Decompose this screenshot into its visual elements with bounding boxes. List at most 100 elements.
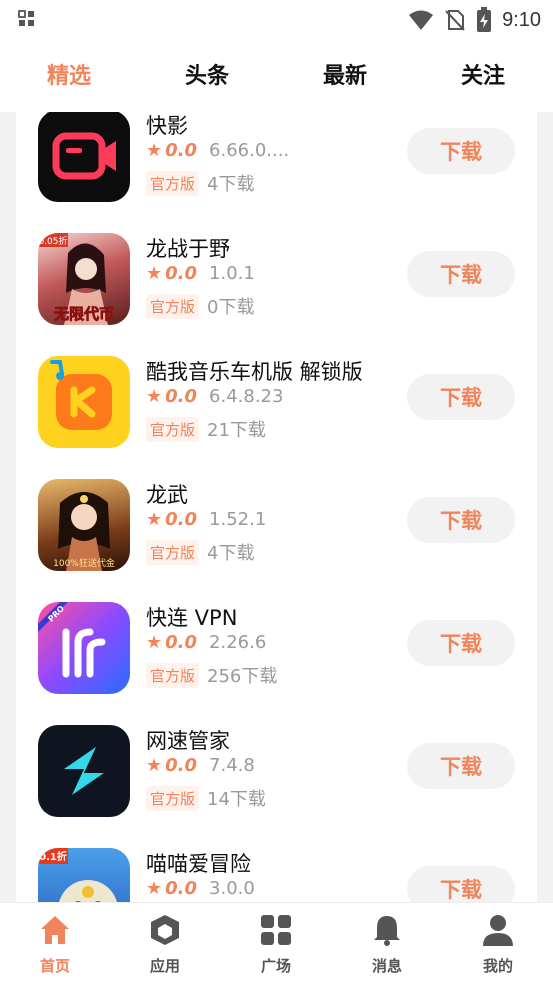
user-icon [483, 915, 513, 946]
svg-text:无限代币: 无限代币 [53, 305, 114, 323]
meta-line: 官方版 4下载 [146, 170, 254, 196]
svg-text:0.1折: 0.1折 [39, 850, 67, 863]
tab-following[interactable]: 关注 [461, 58, 505, 90]
star-icon: ★ [146, 140, 163, 161]
app-name: 网速管家 [146, 729, 230, 753]
download-button[interactable]: 下载 [407, 620, 515, 666]
star-icon: ★ [146, 755, 163, 776]
star-icon: ★ [146, 632, 163, 653]
download-button[interactable]: 下载 [407, 743, 515, 789]
download-count: 256下载 [207, 666, 278, 687]
svg-text:0.05折: 0.05折 [38, 235, 67, 247]
app-version: 2.26.6 [209, 632, 267, 653]
nav-label: 广场 [260, 957, 291, 975]
kuaiying-app-icon [38, 112, 130, 202]
bottom-nav: 首页 应用 广场 消息 我的 [0, 902, 553, 983]
nav-profile[interactable]: 我的 [458, 913, 538, 976]
longwu-app-icon: 100%狂送代金 [38, 479, 130, 571]
app-version: 1.52.1 [209, 509, 267, 530]
top-tab-bar: 精选 头条 最新 关注 [0, 40, 553, 112]
wifi-icon [409, 10, 434, 30]
app-name: 龙武 [146, 483, 188, 507]
rating-line: ★ 0.0 7.4.8 [146, 755, 255, 776]
download-button[interactable]: 下载 [407, 128, 515, 174]
app-version: 7.4.8 [209, 755, 255, 776]
app-name: 快连 VPN [146, 606, 238, 630]
download-count: 21下载 [207, 420, 266, 441]
app-name: 龙战于野 [146, 237, 230, 261]
download-count: 4下载 [207, 543, 255, 564]
official-badge: 官方版 [146, 293, 200, 319]
official-badge: 官方版 [146, 539, 200, 565]
rating-line: ★ 0.0 1.0.1 [146, 263, 255, 284]
wangsu-app-icon [38, 725, 130, 817]
miaomiao-app-icon: 0.1折 [38, 848, 130, 902]
nav-apps[interactable]: 应用 [125, 913, 205, 976]
list-item[interactable]: 快影 ★ 0.0 6.66.0.... 官方版 4下载 下载 [16, 112, 537, 233]
nav-messages[interactable]: 消息 [347, 913, 427, 976]
tab-featured[interactable]: 精选 [47, 58, 91, 90]
nav-label: 我的 [482, 957, 513, 975]
list-item[interactable]: 酷我音乐车机版 解锁版 ★ 0.0 6.4.8.23 官方版 21下载 下载 [16, 356, 537, 479]
home-icon [41, 916, 69, 944]
app-rating: 0.0 [165, 755, 198, 776]
app-rating: 0.0 [165, 140, 198, 161]
kuailian-vpn-app-icon: PRO [38, 602, 130, 694]
list-item[interactable]: PRO 快连 VPN ★ 0.0 2.26.6 官方版 256下载 下载 [16, 602, 537, 725]
rating-line: ★ 0.0 6.4.8.23 [146, 386, 283, 407]
status-bar: 9:10 [0, 0, 553, 40]
meta-line: 官方版 4下载 [146, 539, 254, 565]
rating-line: ★ 0.0 3.0.0 [146, 878, 255, 899]
download-count: 4下载 [207, 174, 255, 195]
meta-line: 官方版 256下载 [146, 662, 277, 688]
star-icon: ★ [146, 509, 163, 530]
bell-icon [374, 916, 400, 946]
kuwo-music-app-icon [38, 356, 130, 448]
list-item[interactable]: 0.05折 无限代币 龙战于野 ★ 0.0 1.0.1 官方版 0下载 下载 [16, 233, 537, 356]
official-badge: 官方版 [146, 662, 200, 688]
longzhanyuye-app-icon: 0.05折 无限代币 [38, 233, 130, 325]
tab-headlines[interactable]: 头条 [185, 58, 229, 90]
star-icon: ★ [146, 263, 163, 284]
nav-label: 应用 [149, 957, 180, 975]
app-version: 6.4.8.23 [209, 386, 284, 407]
status-right: 9:10 [408, 6, 541, 34]
official-badge: 官方版 [146, 416, 200, 442]
download-button[interactable]: 下载 [407, 497, 515, 543]
app-list[interactable]: 快影 ★ 0.0 6.66.0.... 官方版 4下载 下载 0.05折 无限代… [16, 112, 537, 902]
star-icon: ★ [146, 386, 163, 407]
status-time: 9:10 [502, 8, 541, 31]
app-rating: 0.0 [165, 509, 198, 530]
official-badge: 官方版 [146, 170, 200, 196]
svg-text:PRO: PRO [46, 604, 66, 624]
app-version: 1.0.1 [209, 263, 255, 284]
app-rating: 0.0 [165, 263, 198, 284]
app-rating: 0.0 [165, 632, 198, 653]
nav-square[interactable]: 广场 [236, 913, 316, 976]
app-name: 喵喵爱冒险 [146, 852, 251, 876]
list-item[interactable]: 网速管家 ★ 0.0 7.4.8 官方版 14下载 下载 [16, 725, 537, 848]
tab-latest[interactable]: 最新 [323, 58, 367, 90]
nav-label: 消息 [371, 957, 402, 975]
app-rating: 0.0 [165, 386, 198, 407]
app-name: 快影 [146, 114, 188, 138]
app-version: 6.66.0.... [209, 140, 290, 161]
no-sim-icon [445, 10, 465, 31]
download-button[interactable]: 下载 [407, 866, 515, 902]
app-grid-status-icon [18, 10, 34, 26]
download-button[interactable]: 下载 [407, 374, 515, 420]
star-icon: ★ [146, 878, 163, 899]
list-item[interactable]: 0.1折 喵喵爱冒险 ★ 0.0 3.0.0 下载 [16, 848, 537, 902]
meta-line: 官方版 14下载 [146, 785, 266, 811]
download-button[interactable]: 下载 [407, 251, 515, 297]
grid-icon [261, 915, 291, 945]
rating-line: ★ 0.0 1.52.1 [146, 509, 266, 530]
download-count: 0下载 [207, 297, 255, 318]
app-version: 3.0.0 [209, 878, 255, 899]
rating-line: ★ 0.0 2.26.6 [146, 632, 266, 653]
cube-icon [151, 915, 179, 945]
rating-line: ★ 0.0 6.66.0.... [146, 140, 289, 161]
app-name: 酷我音乐车机版 解锁版 [146, 360, 363, 384]
list-item[interactable]: 100%狂送代金 龙武 ★ 0.0 1.52.1 官方版 4下载 下载 [16, 479, 537, 602]
nav-home[interactable]: 首页 [15, 913, 95, 976]
